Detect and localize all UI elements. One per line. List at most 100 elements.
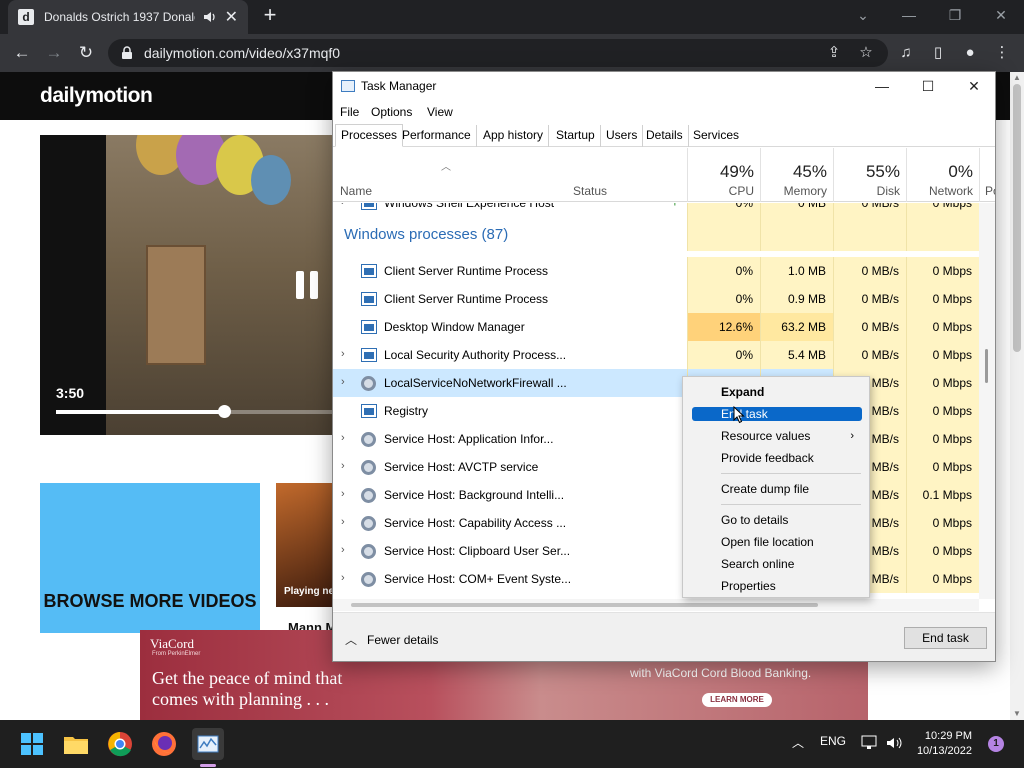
scroll-up-arrow-icon[interactable]: ▲ [1010,72,1024,84]
page-scroll-thumb[interactable] [1013,84,1021,352]
task-manager-taskbar-icon[interactable] [192,728,224,760]
tm-maximize-icon[interactable]: ☐ [905,72,951,101]
expand-chevron-icon[interactable]: › [341,544,345,556]
table-row[interactable]: Client Server Runtime Process 0% 1.0 MB 0 M… [333,257,979,285]
column-network[interactable]: 0% Network [906,148,979,202]
network-icon[interactable] [861,735,879,751]
firefox-icon[interactable] [148,728,180,760]
taskbar-clock[interactable]: 10:29 PM 10/13/2022 [912,729,972,759]
media-controls-icon[interactable]: ♫ [893,40,919,66]
file-explorer-icon[interactable] [60,728,92,760]
process-list-scroll-thumb[interactable] [985,349,988,383]
tab-performance[interactable]: Performance [397,125,477,147]
column-power[interactable]: Po [979,148,995,202]
ctx-provide-feedback[interactable]: Provide feedback [692,451,862,465]
expand-chevron-icon[interactable]: › [341,376,345,388]
expand-chevron-icon[interactable]: › [341,488,345,500]
tab-details[interactable]: Details [641,125,689,147]
ctx-create-dump-file[interactable]: Create dump file [692,482,862,496]
tm-close-icon[interactable]: ✕ [951,72,995,101]
expand-chevron-icon[interactable]: › [341,516,345,528]
back-arrow-icon[interactable]: ← [9,40,35,66]
reload-icon[interactable]: ↻ [73,40,99,66]
table-row[interactable]: › LocalServiceNoNetworkFirewall ... MB/s 0 … [333,369,979,397]
input-language[interactable]: ENG [820,734,846,748]
speaker-icon[interactable] [203,10,217,24]
process-list-hscrollbar[interactable] [333,599,979,611]
tab-search-chevron-icon[interactable]: ⌄ [848,4,878,26]
tray-chevron-up-icon[interactable]: ︿ [792,734,804,751]
profile-avatar-icon[interactable]: ● [957,40,983,66]
restore-icon[interactable]: ❐ [940,4,970,26]
expand-chevron-icon[interactable]: › [341,460,345,472]
table-row[interactable]: ›Windows Shell Experience Hostφ0%0 MB0 M… [333,203,979,217]
tm-minimize-icon[interactable]: — [859,72,905,101]
tab-processes[interactable]: Processes [335,124,404,147]
video-progress-knob[interactable] [217,405,231,418]
table-row[interactable]: › Service Host: AVCTP service MB/s 0 Mbps [333,453,979,481]
task-manager-titlebar[interactable]: Task Manager — ☐ ✕ [333,72,995,101]
column-disk[interactable]: 55% Disk [833,148,906,202]
table-row[interactable]: › Service Host: COM+ Event Syste... MB/s 0 … [333,565,979,593]
address-bar[interactable]: dailymotion.com/video/x37mqf0 [108,39,888,67]
table-row[interactable]: › Service Host: Application Infor... MB/s 0… [333,425,979,453]
tab-app-history[interactable]: App history [478,125,550,147]
dailymotion-logo[interactable]: dailymotion [40,84,153,108]
new-tab-button[interactable]: + [258,4,282,28]
minimize-icon[interactable]: — [894,4,924,26]
column-name[interactable]: Name [340,184,372,198]
end-task-button[interactable]: End task [904,627,987,649]
column-memory[interactable]: 45% Memory [760,148,833,202]
menu-options[interactable]: Options [371,105,412,119]
windows-start-icon[interactable] [16,728,48,760]
page-scrollbar[interactable]: ▲ ▼ [1010,72,1024,720]
expand-chevron-icon[interactable]: › [341,203,345,208]
ctx-go-to-details[interactable]: Go to details [692,513,862,527]
expand-chevron-icon[interactable]: › [341,572,345,584]
table-row[interactable]: › Service Host: Capability Access ... MB/s… [333,509,979,537]
table-row[interactable]: › Service Host: Clipboard User Ser... MB/s… [333,537,979,565]
pause-icon[interactable] [296,271,320,299]
table-row[interactable]: › Service Host: Background Intelli... MB/s… [333,481,979,509]
table-row[interactable]: Desktop Window Manager 12.6% 63.2 MB 0 MB/s… [333,313,979,341]
column-status[interactable]: Status [573,184,607,198]
table-row[interactable]: › Local Security Authority Process... 0% 5.… [333,341,979,369]
side-panel-icon[interactable]: ▯ [925,40,951,66]
table-row[interactable]: Client Server Runtime Process 0% 0.9 MB 0 M… [333,285,979,313]
ctx-open-file-location[interactable]: Open file location [692,535,862,549]
share-icon[interactable]: ⇪ [821,40,847,66]
ctx-search-online[interactable]: Search online [692,557,862,571]
scroll-down-arrow-icon[interactable]: ▼ [1010,708,1024,720]
menu-view[interactable]: View [427,105,453,119]
video-progress-bar[interactable] [56,405,340,418]
tab-startup[interactable]: Startup [551,125,601,147]
process-list-scrollbar[interactable] [979,203,995,599]
tab-close-icon[interactable]: ✕ [225,7,238,27]
bookmark-star-icon[interactable]: ☆ [853,40,879,66]
ctx-end-task[interactable]: End task [692,407,862,421]
browse-more-videos-card[interactable]: BROWSE MORE VIDEOS [40,483,260,633]
ctx-properties[interactable]: Properties [692,579,862,593]
process-list-hscroll-thumb[interactable] [351,603,818,607]
ctx-resource-values[interactable]: Resource values › [692,429,862,443]
ctx-expand[interactable]: Expand [692,385,862,399]
tab-services[interactable]: Services [688,125,744,147]
video-player[interactable]: 3:50 [40,135,340,435]
volume-icon[interactable] [886,735,904,751]
browser-tab[interactable]: d Donalds Ostrich 1937 Donald ✕ [8,0,248,34]
fewer-details-link[interactable]: ︿ Fewer details [345,631,438,648]
forward-arrow-icon[interactable]: → [41,40,67,66]
notification-badge[interactable]: 1 [988,736,1004,752]
expand-chevron-icon[interactable]: › [341,432,345,444]
video-thumbnail[interactable]: Playing ne [276,483,336,607]
tab-users[interactable]: Users [601,125,644,147]
menu-file[interactable]: File [340,105,359,119]
process-list[interactable]: ›Windows Shell Experience Hostφ0%0 MB0 M… [333,203,995,599]
chrome-icon[interactable] [104,728,136,760]
close-window-icon[interactable]: ✕ [986,4,1016,26]
column-cpu[interactable]: 49% CPU [687,148,760,202]
more-menu-icon[interactable]: ⋮ [989,40,1015,66]
table-row[interactable]: Registry MB/s 0 Mbps [333,397,979,425]
ad-learn-more-button[interactable]: LEARN MORE [702,693,772,707]
expand-chevron-icon[interactable]: › [341,348,345,360]
